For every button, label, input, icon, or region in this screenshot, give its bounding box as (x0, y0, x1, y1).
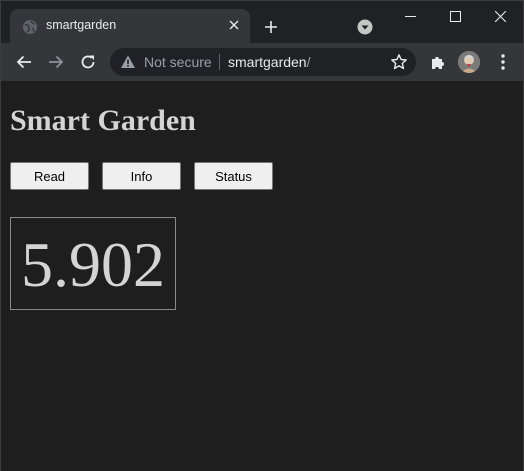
address-divider (219, 54, 220, 70)
url-text[interactable]: smartgarden/ (228, 54, 310, 70)
browser-toolbar: Not secure smartgarden/ (1, 43, 523, 81)
globe-icon (23, 20, 37, 34)
reading-value: 5.902 (21, 228, 165, 300)
tab-smartgarden[interactable]: smartgarden (10, 9, 250, 43)
plus-icon[interactable] (259, 15, 283, 39)
avatar[interactable] (458, 51, 480, 73)
dropdown-icon[interactable] (355, 17, 375, 37)
close-icon[interactable] (477, 1, 523, 31)
kebab-menu-icon[interactable] (492, 51, 514, 73)
tab-strip: smartgarden (1, 1, 523, 43)
address-bar[interactable]: Not secure smartgarden/ (110, 48, 416, 76)
close-icon[interactable] (224, 15, 244, 35)
warning-icon[interactable] (120, 54, 136, 70)
page-title: Smart Garden (10, 104, 196, 137)
reload-icon[interactable] (74, 48, 102, 76)
url-path: / (306, 54, 311, 70)
star-icon[interactable] (390, 53, 408, 71)
forward-arrow-icon[interactable] (42, 48, 70, 76)
tab-title: smartgarden (46, 18, 117, 32)
page-content: Smart Garden Read Info Status 5.902 (1, 81, 523, 471)
status-button[interactable]: Status (194, 162, 273, 190)
url-host: smartgarden (228, 54, 307, 70)
puzzle-icon[interactable] (427, 51, 449, 73)
info-button[interactable]: Info (102, 162, 181, 190)
reading-display: 5.902 (10, 217, 176, 310)
security-label[interactable]: Not secure (144, 54, 212, 70)
minimize-icon[interactable] (387, 1, 433, 31)
maximize-icon[interactable] (432, 1, 478, 31)
browser-window: smartgarden Not secure smartgarden/ Smar… (0, 0, 524, 471)
back-arrow-icon[interactable] (10, 48, 38, 76)
read-button[interactable]: Read (10, 162, 89, 190)
